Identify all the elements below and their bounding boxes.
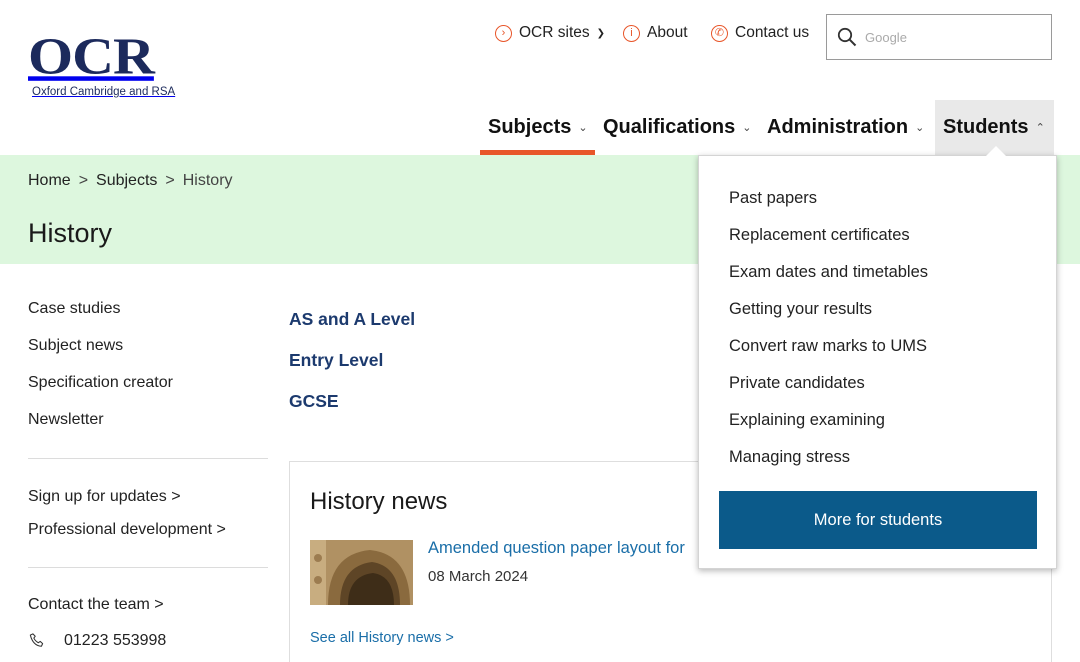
- qualification-gcse[interactable]: GCSE: [289, 390, 415, 431]
- chevron-down-icon: ❯: [596, 27, 606, 39]
- logo-letters: OCR: [28, 26, 155, 86]
- sign-up-updates-link[interactable]: Sign up for updates >: [28, 486, 226, 519]
- nav-qualifications[interactable]: Qualifications ⌄: [595, 100, 759, 155]
- main-navigation: Subjects ⌄ Qualifications ⌄ Administrati…: [480, 100, 1054, 155]
- sidebar-actions: Sign up for updates > Professional devel…: [28, 486, 226, 552]
- menu-item-private-candidates[interactable]: Private candidates: [729, 373, 928, 410]
- students-dropdown-menu: Past papers Replacement certificates Exa…: [698, 155, 1057, 569]
- phone-number-text: 01223 553998: [64, 632, 167, 649]
- breadcrumb: Home > Subjects > History: [28, 172, 233, 190]
- menu-item-convert-marks-ums[interactable]: Convert raw marks to UMS: [729, 336, 928, 373]
- menu-item-replacement-certificates[interactable]: Replacement certificates: [729, 225, 928, 262]
- nav-administration[interactable]: Administration ⌄: [759, 100, 935, 155]
- news-item-link[interactable]: Amended question paper layout for: [428, 539, 685, 558]
- breadcrumb-current: History: [182, 172, 233, 189]
- logo-tagline: Oxford Cambridge and RSA: [32, 86, 176, 98]
- search-box[interactable]: [826, 14, 1052, 60]
- about-link[interactable]: i About: [623, 22, 688, 44]
- about-label: About: [647, 24, 688, 41]
- breadcrumb-separator: >: [165, 172, 175, 189]
- contact-us-link[interactable]: ✆ Contact us: [711, 22, 809, 44]
- nav-subjects-label: Subjects: [488, 116, 572, 138]
- contact-team-link[interactable]: Contact the team >: [28, 596, 164, 614]
- qualification-links: AS and A Level Entry Level GCSE: [289, 308, 415, 431]
- info-icon: i: [623, 24, 640, 42]
- ocr-sites-menu[interactable]: › OCR sites ❯: [495, 22, 605, 44]
- phone-number: 01223 553998: [28, 632, 166, 650]
- nav-administration-label: Administration: [767, 116, 909, 138]
- menu-item-past-papers[interactable]: Past papers: [729, 188, 928, 225]
- nav-qualifications-label: Qualifications: [603, 116, 736, 138]
- qualification-as-a-level[interactable]: AS and A Level: [289, 308, 415, 349]
- news-item-date: 08 March 2024: [428, 568, 529, 585]
- students-menu-list: Past papers Replacement certificates Exa…: [729, 188, 928, 484]
- menu-item-exam-dates[interactable]: Exam dates and timetables: [729, 262, 928, 299]
- qualification-entry-level[interactable]: Entry Level: [289, 349, 415, 390]
- phone-circle-icon: ✆: [711, 24, 728, 42]
- contact-us-label: Contact us: [735, 24, 810, 41]
- chevron-down-icon: ⌄: [915, 122, 925, 134]
- news-thumbnail-image[interactable]: [310, 540, 413, 605]
- nav-subjects[interactable]: Subjects ⌄: [480, 100, 595, 155]
- chevron-up-icon: ⌃: [1035, 122, 1045, 134]
- ocr-logo[interactable]: OCR Oxford Cambridge and RSA: [28, 26, 188, 104]
- search-icon[interactable]: [837, 27, 857, 47]
- chevron-down-icon: ⌄: [742, 122, 752, 134]
- search-input[interactable]: [865, 29, 1035, 45]
- page-title: History: [28, 218, 113, 248]
- menu-item-managing-stress[interactable]: Managing stress: [729, 447, 928, 484]
- sidebar-divider: [28, 458, 268, 459]
- dropdown-pointer: [986, 146, 1006, 156]
- ocr-sites-label: OCR sites: [519, 24, 590, 41]
- sidebar-divider: [28, 567, 268, 568]
- more-for-students-button[interactable]: More for students: [719, 491, 1037, 549]
- sidebar-item-specification-creator[interactable]: Specification creator: [28, 372, 173, 409]
- breadcrumb-home[interactable]: Home: [28, 172, 71, 190]
- nav-students-label: Students: [943, 116, 1029, 138]
- phone-icon: [28, 632, 48, 650]
- sidebar-item-subject-news[interactable]: Subject news: [28, 335, 173, 372]
- breadcrumb-separator: >: [78, 172, 89, 189]
- menu-item-getting-results[interactable]: Getting your results: [729, 299, 928, 336]
- sidebar-item-newsletter[interactable]: Newsletter: [28, 409, 173, 446]
- breadcrumb-subjects[interactable]: Subjects: [96, 172, 157, 190]
- chevron-right-circle-icon: ›: [495, 24, 512, 42]
- sidebar-links: Case studies Subject news Specification …: [28, 298, 173, 446]
- news-heading: History news: [310, 488, 448, 515]
- professional-development-link[interactable]: Professional development >: [28, 519, 226, 552]
- chevron-down-icon: ⌄: [578, 122, 588, 134]
- sidebar-item-case-studies[interactable]: Case studies: [28, 298, 173, 335]
- see-all-news-link[interactable]: See all History news >: [310, 630, 454, 646]
- menu-item-explaining-examining[interactable]: Explaining examining: [729, 410, 928, 447]
